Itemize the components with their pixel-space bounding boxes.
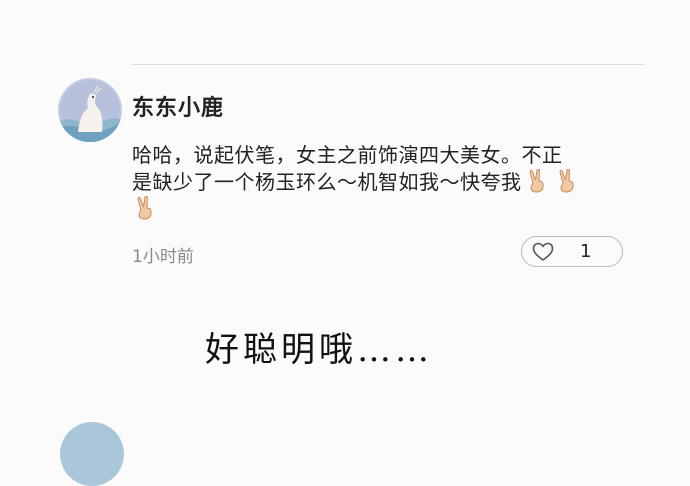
username[interactable]: 东东小鹿 <box>132 90 224 122</box>
like-count: 1 <box>580 241 592 262</box>
victory-hand-icon <box>134 195 156 220</box>
comment-divider <box>132 64 644 65</box>
caption-text: 好聪明哦…… <box>205 330 433 370</box>
victory-hand-icon <box>556 168 578 193</box>
comment-timestamp: 1小时前 <box>132 247 194 267</box>
user-avatar[interactable] <box>58 78 122 142</box>
comment-text-line1: 哈哈，说起伏笔，女主之前饰演四大美女。不正 <box>132 143 563 167</box>
victory-hand-icon <box>526 168 548 193</box>
like-button[interactable]: 1 <box>521 236 623 267</box>
comment-text-line2: 是缺少了一个杨玉环么～机智如我～快夸我 <box>132 170 522 194</box>
comment-text: 哈哈，说起伏笔，女主之前饰演四大美女。不正 是缺少了一个杨玉环么～机智如我～快夸… <box>132 142 632 223</box>
next-user-avatar[interactable] <box>60 422 124 486</box>
heart-icon <box>532 242 554 262</box>
